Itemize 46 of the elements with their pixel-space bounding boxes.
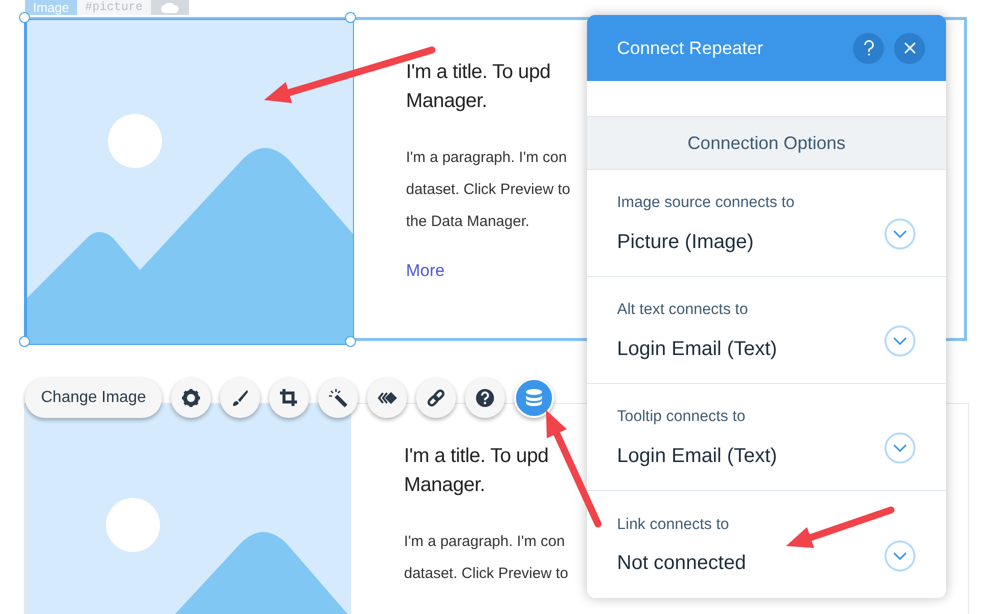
link-icon: [426, 388, 446, 408]
connection-label: Alt text connects to: [617, 300, 748, 320]
gear-icon: [180, 388, 201, 408]
magic-wand-icon: [328, 388, 348, 408]
connection-dropdown[interactable]: Alt text connects to Login Email (Text): [587, 277, 946, 384]
chevrons-diamond-button[interactable]: [366, 378, 407, 418]
element-id-label: #picture: [77, 0, 151, 15]
connection-value: Picture (Image): [617, 230, 755, 255]
change-image-button[interactable]: Change Image: [25, 378, 162, 418]
connection-value: Login Email (Text): [617, 444, 778, 469]
magic-wand-button[interactable]: [318, 378, 358, 418]
chevron-down-icon[interactable]: [884, 432, 916, 464]
connection-label: Image source connects to: [617, 193, 794, 214]
resize-handle[interactable]: [19, 336, 30, 347]
more-link[interactable]: More: [406, 258, 445, 284]
crop-icon: [278, 388, 299, 408]
connection-dropdown[interactable]: Link connects to Not connected: [587, 491, 946, 598]
item-title: I'm a title. To upd Manager.: [404, 444, 548, 498]
settings-button[interactable]: [170, 378, 211, 418]
chevron-down-icon[interactable]: [884, 218, 916, 250]
chevron-down-icon[interactable]: [884, 325, 916, 357]
resize-handle[interactable]: [19, 12, 30, 23]
resize-handle[interactable]: [345, 336, 356, 347]
resize-handle[interactable]: [345, 12, 356, 23]
element-type-label: Image: [25, 0, 78, 15]
connection-label: Link connects to: [617, 514, 730, 535]
link-button[interactable]: [416, 378, 456, 418]
connection-dropdown[interactable]: Image source connects to Picture (Image): [587, 170, 946, 277]
help-icon: [864, 40, 874, 56]
crop-button[interactable]: [268, 378, 309, 418]
connection-value: Not connected: [617, 551, 747, 576]
connection-dropdown[interactable]: Tooltip connects to Login Email (Text): [587, 384, 946, 491]
item-title: I'm a title. To upd Manager.: [406, 60, 550, 114]
close-icon: [904, 42, 916, 54]
database-button[interactable]: [514, 378, 554, 418]
chevron-down-icon[interactable]: [884, 540, 916, 572]
help-icon: [474, 388, 495, 408]
close-button[interactable]: [894, 32, 925, 64]
connection-label: Tooltip connects to: [617, 407, 746, 428]
item-paragraph: I'm a paragraph. I'm con dataset. Click Preview to the Data Manager.: [406, 148, 570, 232]
section-header: Connection Options: [587, 117, 946, 170]
item-paragraph: I'm a paragraph. I'm con dataset. Click Preview to: [404, 532, 568, 584]
brush-button[interactable]: [220, 378, 260, 418]
panel-title: Connect Repeater: [617, 36, 764, 60]
help-button[interactable]: [464, 378, 505, 418]
database-icon: [524, 388, 544, 408]
